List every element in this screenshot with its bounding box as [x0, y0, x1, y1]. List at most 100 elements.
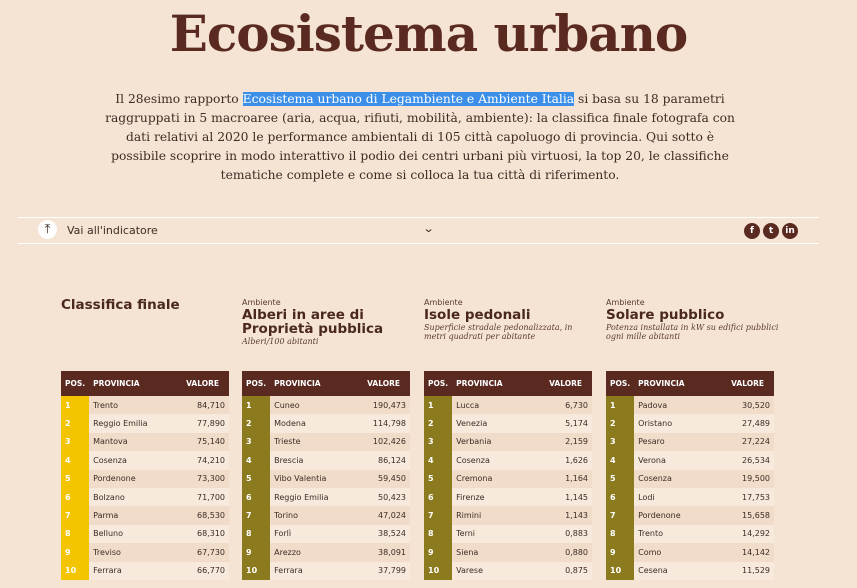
indicator-value: 1,143	[565, 511, 588, 521]
indicator-value: 5,174	[565, 419, 588, 429]
indicator-value: 102,426	[372, 437, 406, 447]
col-pos-header: POS.	[61, 371, 90, 396]
indicator-value: 14,292	[742, 529, 770, 539]
rank-position: 1	[242, 396, 271, 415]
province-name: Treviso	[93, 547, 121, 557]
indicator-value: 14,142	[742, 547, 770, 557]
col-val-header: VALORE	[349, 371, 410, 396]
indicator-value: 68,310	[197, 529, 225, 539]
indicator-value: 38,524	[378, 529, 406, 539]
table-row: 5 Cosenza 19,500	[606, 469, 774, 488]
indicator-select[interactable]: Vai all'indicatore	[67, 224, 158, 237]
province-name: Forlì	[274, 529, 292, 539]
intro-text: Il 28esimo rapporto	[115, 92, 243, 106]
province-name: Pordenone	[638, 511, 681, 521]
col-prov-header: PROVINCIA	[452, 371, 528, 396]
indicator-value: 1,626	[565, 455, 588, 465]
province-name: Reggio Emilia	[274, 492, 329, 502]
table-row: 3 Mantova 75,140	[61, 432, 229, 452]
indicator-value: 30,520	[742, 400, 770, 410]
rank-position: 6	[424, 487, 453, 507]
province-name: Trento	[638, 529, 663, 539]
rank-position: 5	[61, 469, 90, 488]
col-val-header: VALORE	[527, 371, 592, 396]
linkedin-share-icon[interactable]: in	[782, 223, 798, 239]
solare-subtitle: Potenza installata in kW su edifici pubb…	[606, 323, 779, 341]
col-pos-header: POS.	[606, 371, 635, 396]
intro-report-link[interactable]: Ecosistema urbano di Legambiente e Ambie…	[242, 92, 575, 106]
rank-position: 2	[242, 414, 271, 433]
province-name: Verona	[638, 455, 666, 465]
table-row: 10 Ferrara 37,799	[242, 561, 410, 580]
province-name: Bolzano	[93, 492, 125, 502]
indicator-value: 50,423	[378, 492, 406, 502]
province-name: Terni	[456, 529, 476, 539]
indicator-value: 15,658	[742, 511, 770, 521]
indicator-value: 74,210	[197, 455, 225, 465]
rank-position: 7	[61, 506, 90, 525]
table-row: 1 Trento 84,710	[61, 396, 229, 415]
table-row: 10 Cesena 11,529	[606, 561, 774, 580]
isole-title: Isole pedonali	[424, 307, 531, 323]
table-row: 8 Belluno 68,310	[61, 524, 229, 544]
rank-position: 4	[424, 451, 453, 470]
province-name: Ferrara	[274, 566, 303, 576]
arrow-up-to-top-icon[interactable]: ⤒	[38, 220, 57, 239]
indicator-value: 77,890	[197, 419, 225, 429]
rank-position: 3	[606, 432, 635, 452]
isole-table: POS. PROVINCIA VALORE 1 Lucca 6,730 2 Venezi…	[424, 371, 592, 580]
twitter-share-icon[interactable]: t	[763, 223, 779, 239]
table-row: 2 Oristano 27,489	[606, 414, 774, 433]
province-name: Belluno	[93, 529, 124, 539]
province-name: Arezzo	[274, 547, 301, 557]
province-name: Lodi	[638, 492, 655, 502]
indicator-value: 190,473	[372, 400, 406, 410]
rank-position: 4	[606, 451, 635, 470]
rank-position: 9	[424, 543, 453, 562]
rank-position: 1	[424, 396, 453, 415]
alberi-title: Alberi in aree di Proprietà pubblica	[242, 307, 384, 337]
indicator-value: 86,124	[378, 455, 406, 465]
col-pos-header: POS.	[424, 371, 453, 396]
province-name: Firenze	[456, 492, 485, 502]
col-val-header: VALORE	[168, 371, 229, 396]
rank-position: 8	[242, 524, 271, 544]
col-prov-header: PROVINCIA	[270, 371, 350, 396]
table-row: 6 Bolzano 71,700	[61, 487, 229, 507]
province-name: Pordenone	[93, 474, 136, 484]
col-pos-header: POS.	[242, 371, 271, 396]
rank-position: 7	[606, 506, 635, 525]
table-row: 1 Lucca 6,730	[424, 396, 592, 415]
table-row: 7 Pordenone 15,658	[606, 506, 774, 525]
rank-position: 1	[61, 396, 90, 415]
rank-position: 4	[61, 451, 90, 470]
page-title: Ecosistema urbano	[169, 4, 689, 63]
table-row: 2 Modena 114,798	[242, 414, 410, 433]
chevron-down-icon[interactable]: ⌄	[423, 222, 435, 235]
alberi-table: POS. PROVINCIA VALORE 1 Cuneo 190,473 2 Mode…	[242, 371, 410, 580]
table-row: 6 Reggio Emilia 50,423	[242, 487, 410, 507]
solare-header: Ambiente Solare pubblico Potenza install…	[606, 298, 781, 341]
province-name: Como	[638, 547, 662, 557]
rank-position: 4	[242, 451, 271, 470]
rank-position: 5	[242, 469, 271, 488]
province-name: Siena	[456, 547, 479, 557]
rank-position: 10	[61, 561, 90, 580]
rank-position: 6	[606, 487, 635, 507]
province-name: Mantova	[93, 437, 128, 447]
rank-position: 9	[242, 543, 271, 562]
indicator-value: 75,140	[197, 437, 225, 447]
province-name: Cremona	[456, 474, 493, 484]
solare-category: Ambiente	[606, 298, 645, 307]
rank-position: 2	[61, 414, 90, 433]
isole-header: Ambiente Isole pedonali Superficie strad…	[424, 298, 584, 341]
intro-paragraph: Il 28esimo rapporto Ecosistema urbano di…	[98, 90, 742, 185]
indicator-value: 47,024	[378, 511, 406, 521]
table-row: 9 Como 14,142	[606, 543, 774, 562]
province-name: Cosenza	[638, 474, 672, 484]
rank-position: 3	[61, 432, 90, 452]
indicator-value: 0,883	[565, 529, 588, 539]
table-row: 4 Brescia 86,124	[242, 451, 410, 470]
facebook-share-icon[interactable]: f	[744, 223, 760, 239]
alberi-category: Ambiente	[242, 298, 281, 307]
